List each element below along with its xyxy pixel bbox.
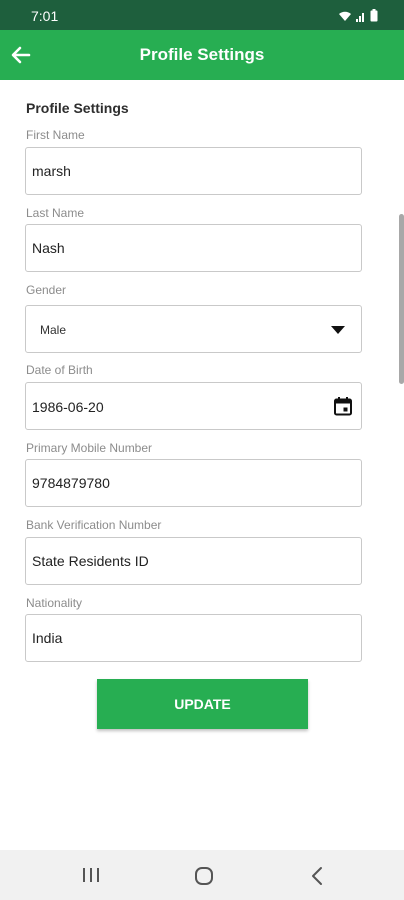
dob-label: Date of Birth: [26, 363, 93, 377]
mobile-field[interactable]: [26, 460, 361, 506]
section-title: Profile Settings: [26, 100, 129, 116]
gender-select[interactable]: Male: [25, 305, 362, 353]
battery-icon: [370, 9, 378, 22]
bvn-field[interactable]: [26, 538, 361, 584]
status-icons: [338, 9, 378, 22]
gender-label: Gender: [26, 283, 67, 297]
update-button[interactable]: UPDATE: [97, 679, 308, 729]
recent-apps-icon[interactable]: [82, 867, 100, 883]
nationality-field-box: [25, 614, 362, 662]
dob-field[interactable]: 1986-06-20: [25, 382, 362, 430]
profile-form: Profile Settings First Name Last Name Ge…: [0, 80, 404, 850]
caret-down-icon: [331, 326, 345, 334]
dob-value: 1986-06-20: [32, 399, 104, 415]
home-icon[interactable]: [194, 866, 214, 886]
app-bar: Profile Settings: [0, 30, 404, 80]
first-name-field-box: [25, 147, 362, 195]
status-bar: 7:01: [0, 0, 404, 30]
page-title: Profile Settings: [139, 45, 265, 64]
back-icon[interactable]: [310, 866, 324, 886]
nationality-label: Nationality: [26, 596, 83, 610]
status-time: 7:01: [31, 8, 59, 24]
last-name-field-box: [25, 224, 362, 272]
bvn-label: Bank Verification Number: [26, 518, 162, 532]
last-name-label: Last Name: [26, 206, 85, 220]
nationality-field[interactable]: [26, 615, 361, 661]
mobile-label: Primary Mobile Number: [26, 441, 153, 455]
calendar-icon[interactable]: [333, 396, 353, 416]
system-nav-bar: [0, 850, 404, 900]
scrollbar[interactable]: [399, 214, 404, 384]
gender-value: Male: [40, 323, 67, 337]
last-name-field[interactable]: [26, 225, 361, 271]
wifi-icon: [339, 11, 351, 21]
first-name-label: First Name: [26, 128, 85, 142]
mobile-field-box: [25, 459, 362, 507]
signal-icon: [356, 13, 364, 22]
first-name-field[interactable]: [26, 148, 361, 194]
bvn-field-box: [25, 537, 362, 585]
